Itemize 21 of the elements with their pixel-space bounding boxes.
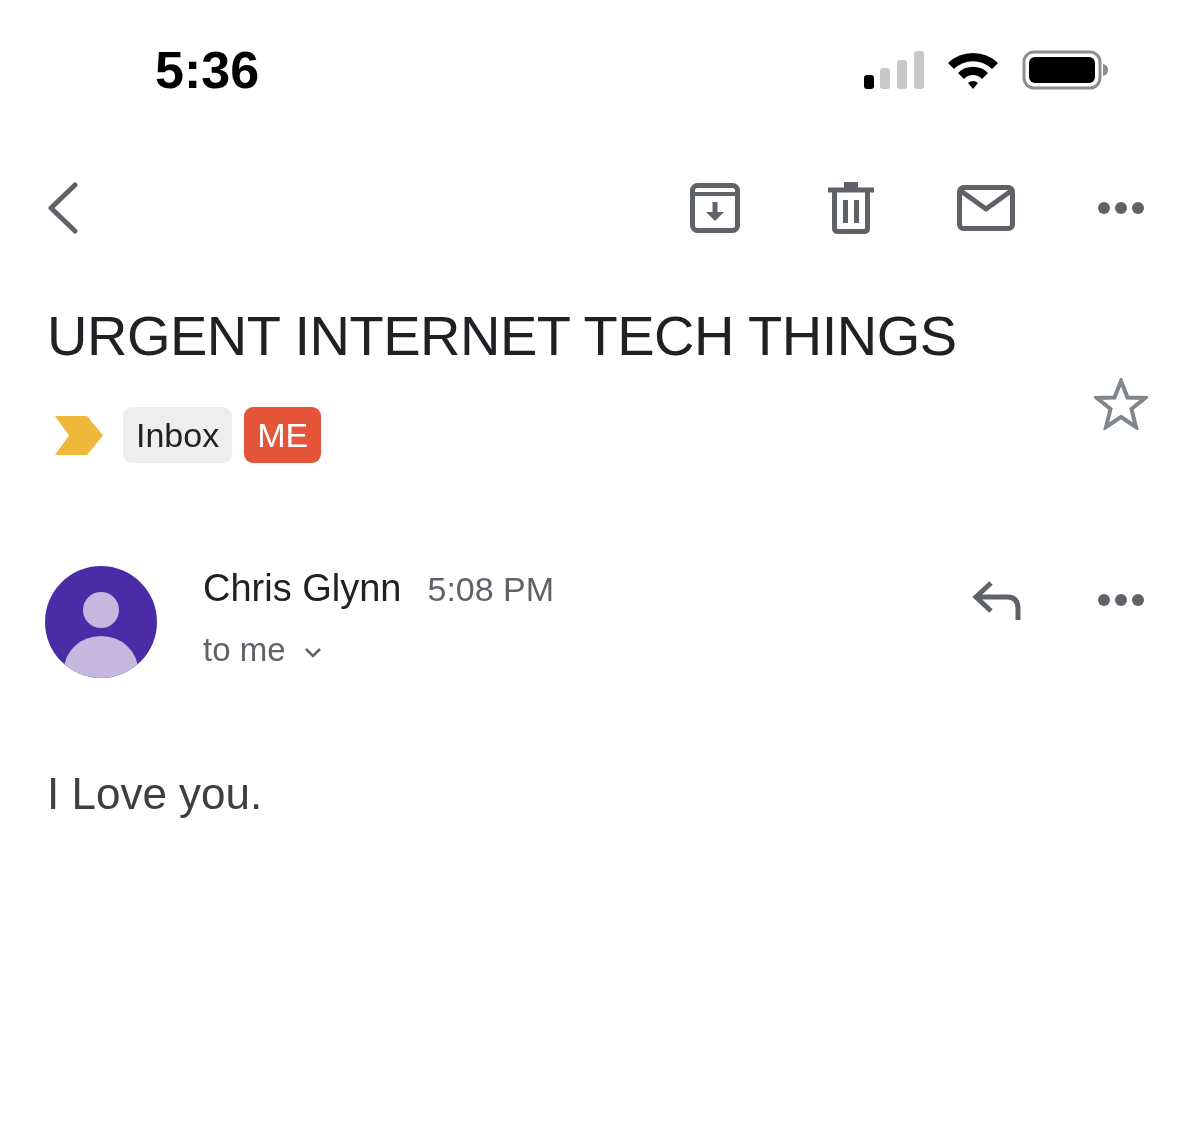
email-subject: URGENT INTERNET TECH THINGS <box>47 303 957 369</box>
trash-icon[interactable] <box>828 182 874 234</box>
message-time: 5:08 PM <box>427 569 555 610</box>
importance-marker-icon[interactable] <box>55 415 103 455</box>
recipient-details-toggle[interactable]: to me <box>203 630 322 670</box>
archive-icon[interactable] <box>690 183 740 233</box>
mail-icon[interactable] <box>957 185 1015 231</box>
reply-icon[interactable] <box>971 580 1023 620</box>
message-body: I Love you. <box>47 768 263 820</box>
status-time: 5:36 <box>155 44 260 96</box>
battery-icon <box>1022 50 1108 90</box>
avatar-icon <box>45 566 157 678</box>
signal-icon <box>864 51 924 89</box>
sender-name: Chris Glynn <box>203 566 402 610</box>
wifi-icon <box>946 51 1000 89</box>
label-chip[interactable]: Inbox <box>123 407 233 463</box>
more-icon[interactable] <box>1098 594 1144 606</box>
back-icon[interactable] <box>45 182 79 234</box>
label-chip[interactable]: ME <box>244 407 322 463</box>
more-icon[interactable] <box>1098 202 1144 214</box>
star-icon[interactable] <box>1094 378 1148 430</box>
